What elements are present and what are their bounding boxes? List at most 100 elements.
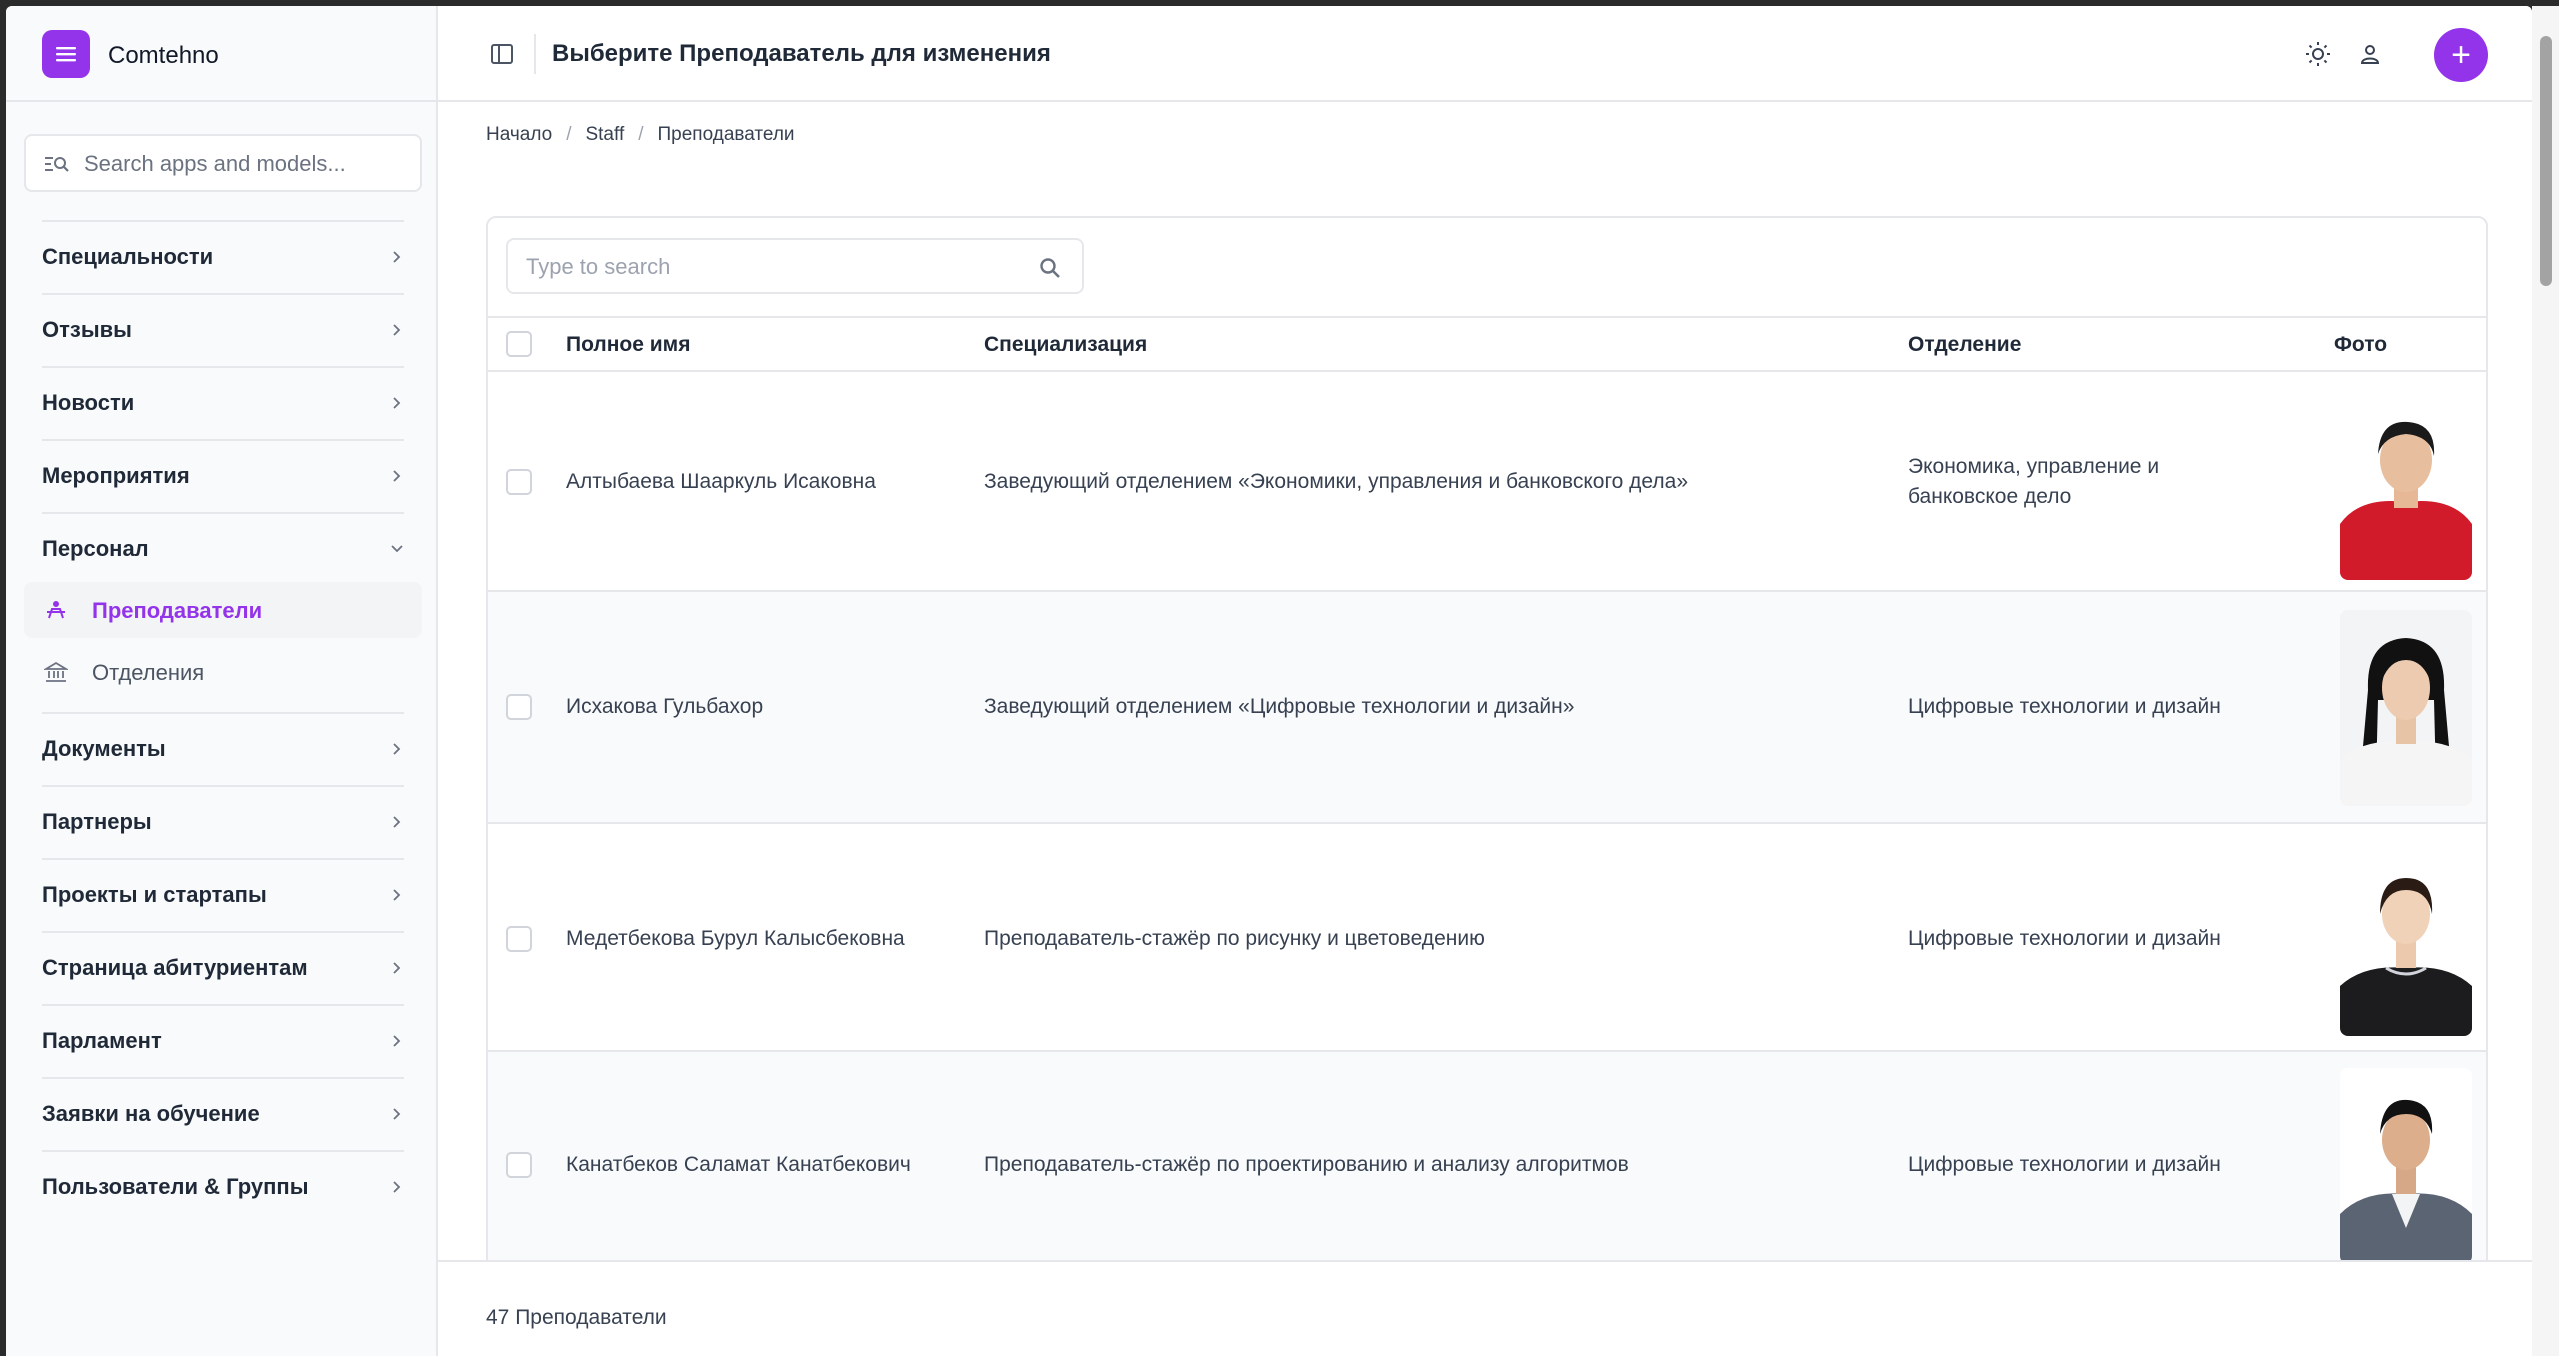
- scrollbar-thumb[interactable]: [2540, 36, 2552, 286]
- chevron-right-icon: [393, 816, 401, 828]
- theme-toggle-button[interactable]: [2302, 38, 2334, 70]
- plus-icon: +: [2451, 36, 2471, 74]
- user-icon: [2360, 45, 2380, 64]
- chevron-down-icon: [391, 545, 403, 553]
- hamburger-icon: [56, 47, 76, 62]
- user-menu-button[interactable]: [2354, 38, 2386, 70]
- page-title: Выберите Преподаватель для изменения: [552, 40, 1051, 67]
- cell-department: Цифровые технологии и дизайн: [1908, 695, 2221, 718]
- sidebar-item-label: Специальности: [42, 244, 214, 269]
- sun-icon: [2306, 42, 2330, 66]
- teacher-icon: [47, 601, 65, 619]
- results-count: 47 Преподаватели: [486, 1306, 667, 1329]
- cell-full-name[interactable]: Алтыбаева Шааркуль Исаковна: [566, 467, 876, 497]
- breadcrumb-separator: /: [566, 124, 572, 145]
- cell-department: Цифровые технологии и дизайн: [1908, 927, 2221, 950]
- row-checkbox[interactable]: [506, 926, 532, 952]
- sidebar-search-input[interactable]: [84, 146, 404, 182]
- breadcrumb-separator: /: [638, 124, 644, 145]
- row-checkbox[interactable]: [506, 469, 532, 495]
- sidebar-item-users-groups[interactable]: Пользователи & Группы: [42, 1150, 404, 1222]
- add-teacher-button[interactable]: +: [2434, 28, 2488, 82]
- portrait-image: [2340, 1099, 2472, 1264]
- column-header-specialization[interactable]: Специализация: [984, 333, 1147, 357]
- cell-full-name[interactable]: Канатбеков Саламат Канатбекович: [566, 1150, 911, 1180]
- teacher-photo: [2340, 384, 2472, 580]
- sidebar-item-events[interactable]: Мероприятия: [42, 439, 404, 511]
- sidebar-toggle-icon[interactable]: [490, 42, 514, 66]
- table-row[interactable]: Медетбекова Бурул Калысбековна Преподава…: [488, 824, 2486, 1052]
- portrait-image: [2340, 421, 2472, 580]
- chevron-right-icon: [393, 743, 401, 755]
- row-checkbox[interactable]: [506, 1152, 532, 1178]
- portrait-image: [2340, 878, 2472, 1036]
- results-footer: 47 Преподаватели: [438, 1260, 2532, 1356]
- header-divider: [534, 34, 536, 74]
- sidebar-item-partners[interactable]: Партнеры: [42, 785, 404, 857]
- cell-full-name[interactable]: Исхакова Гульбахор: [566, 692, 763, 722]
- chevron-right-icon: [393, 1108, 401, 1120]
- chevron-right-icon: [393, 1181, 401, 1193]
- sidebar: Comtehno Специальности Отзывы Новос: [6, 6, 438, 1356]
- teacher-photo: [2340, 610, 2472, 806]
- breadcrumb: Начало / Staff / Преподаватели: [486, 124, 795, 146]
- building-icon: [44, 661, 68, 682]
- sidebar-item-label: Новости: [42, 390, 135, 415]
- sidebar-item-label: Проекты и стартапы: [42, 882, 267, 907]
- sidebar-subitem-label: Преподаватели: [92, 598, 263, 623]
- sidebar-item-reviews[interactable]: Отзывы: [42, 293, 404, 365]
- teacher-photo: [2340, 1068, 2472, 1264]
- sidebar-item-label: Страница абитуриентам: [42, 955, 308, 980]
- browser-window: Comtehno Специальности Отзывы Новос: [6, 6, 2532, 1356]
- portrait-image: [2340, 638, 2472, 806]
- table-row[interactable]: Алтыбаева Шааркуль Исаковна Заведующий о…: [488, 372, 2486, 592]
- sidebar-item-label: Пользователи & Группы: [42, 1174, 309, 1199]
- sidebar-item-parliament[interactable]: Парламент: [42, 1004, 404, 1076]
- chevron-right-icon: [393, 962, 401, 974]
- sidebar-item-staff[interactable]: Персонал: [42, 512, 404, 584]
- table-row[interactable]: Исхакова Гульбахор Заведующий отделением…: [488, 592, 2486, 824]
- column-header-photo: Фото: [2334, 333, 2388, 356]
- row-checkbox[interactable]: [506, 694, 532, 720]
- cell-specialization: Заведующий отделением «Экономики, управл…: [984, 470, 1689, 493]
- chevron-right-icon: [393, 1035, 401, 1047]
- brand-bar: Comtehno: [6, 6, 436, 102]
- sidebar-search[interactable]: [24, 134, 422, 192]
- search-list-icon: [45, 157, 69, 172]
- table-search[interactable]: [506, 238, 1084, 294]
- sidebar-subitem-departments[interactable]: Отделения: [24, 644, 422, 700]
- sidebar-item-news[interactable]: Новости: [42, 366, 404, 438]
- chevron-right-icon: [393, 397, 401, 409]
- sidebar-item-applicants[interactable]: Страница абитуриентам: [42, 931, 404, 1003]
- cell-specialization: Преподаватель-стажёр по проектированию и…: [984, 1153, 1629, 1176]
- table-row[interactable]: Канатбеков Саламат Канатбекович Преподав…: [488, 1052, 2486, 1274]
- search-icon[interactable]: [1038, 256, 1062, 280]
- breadcrumb-staff[interactable]: Staff: [585, 124, 624, 146]
- chevron-right-icon: [393, 470, 401, 482]
- cell-department: Цифровые технологии и дизайн: [1908, 1153, 2221, 1176]
- sidebar-item-documents[interactable]: Документы: [42, 712, 404, 784]
- sidebar-item-specialties[interactable]: Специальности: [42, 220, 404, 292]
- cell-department: Экономика, управление и банковское дело: [1908, 455, 2160, 508]
- page-scrollbar[interactable]: [2532, 6, 2559, 1356]
- chevron-right-icon: [393, 889, 401, 901]
- sidebar-item-label: Партнеры: [42, 809, 152, 834]
- select-all-checkbox[interactable]: [506, 331, 532, 357]
- column-header-department[interactable]: Отделение: [1908, 333, 2021, 357]
- cell-specialization: Преподаватель-стажёр по рисунку и цветов…: [984, 927, 1485, 950]
- column-header-full-name[interactable]: Полное имя: [566, 333, 690, 357]
- cell-specialization: Заведующий отделением «Цифровые технолог…: [984, 695, 1575, 718]
- menu-button[interactable]: [42, 30, 90, 78]
- sidebar-item-label: Отзывы: [42, 317, 132, 342]
- chevron-right-icon: [393, 251, 401, 263]
- sidebar-subitem-teachers[interactable]: Преподаватели: [24, 582, 422, 638]
- sidebar-item-applications[interactable]: Заявки на обучение: [42, 1077, 404, 1149]
- breadcrumb-home[interactable]: Начало: [486, 124, 552, 146]
- table-search-input[interactable]: [526, 250, 1006, 284]
- chevron-right-icon: [393, 324, 401, 336]
- sidebar-item-label: Персонал: [42, 536, 149, 561]
- sidebar-subitem-label: Отделения: [92, 660, 205, 685]
- breadcrumb-current: Преподаватели: [657, 124, 795, 145]
- cell-full-name[interactable]: Медетбекова Бурул Калысбековна: [566, 924, 905, 954]
- sidebar-item-projects[interactable]: Проекты и стартапы: [42, 858, 404, 930]
